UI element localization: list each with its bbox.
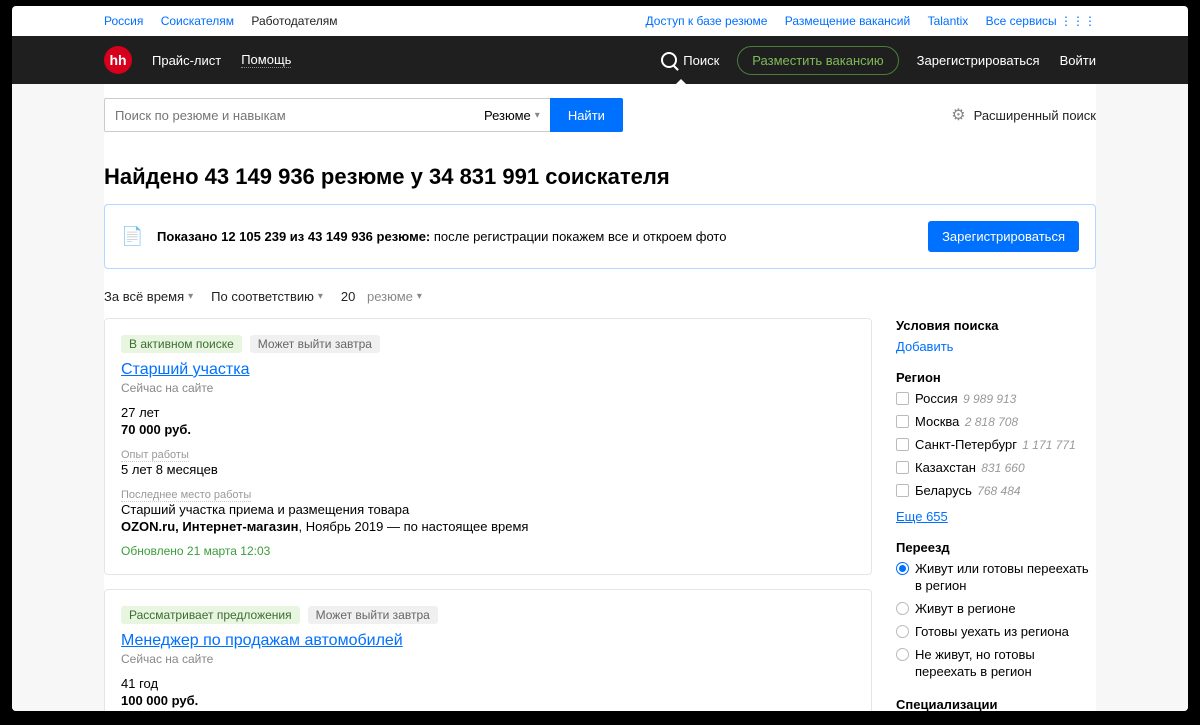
nav-help[interactable]: Помощь xyxy=(241,52,291,68)
online-status: Сейчас на сайте xyxy=(121,652,855,666)
topbar-db-access[interactable]: Доступ к базе резюме xyxy=(646,14,768,28)
topbar-post-job[interactable]: Размещение вакансий xyxy=(785,14,910,28)
topbar: Россия Соискателям Работодателям Доступ … xyxy=(104,6,1096,36)
status-badge: Может выйти завтра xyxy=(250,335,380,353)
search-input[interactable] xyxy=(104,98,474,132)
chevron-down-icon: ▾ xyxy=(318,291,323,302)
register-button[interactable]: Зарегистрироваться xyxy=(928,221,1079,252)
sidebar-spec-heading: Специализации xyxy=(896,697,1096,711)
age: 41 год xyxy=(121,676,855,691)
filter-perpage[interactable]: 20 резюме ▾ xyxy=(341,289,422,304)
advanced-search-link[interactable]: ⚙ Расширенный поиск xyxy=(951,105,1096,125)
resume-icon: 📄 xyxy=(121,226,143,248)
sidebar-conditions-heading: Условия поиска xyxy=(896,318,1096,333)
active-tab-arrow xyxy=(673,79,689,87)
post-vacancy-button[interactable]: Разместить вакансию xyxy=(737,46,898,75)
region-checkbox-row[interactable]: Казахстан 831 660 xyxy=(896,460,1096,477)
logo[interactable]: hh xyxy=(104,46,132,74)
nav-register[interactable]: Зарегистрироваться xyxy=(917,53,1040,68)
status-badge: Рассматривает предложения xyxy=(121,606,300,624)
resume-card: Рассматривает предложения Может выйти зав… xyxy=(104,589,872,711)
updated-at: Обновлено 21 марта 12:03 xyxy=(121,544,855,558)
search-type-select[interactable]: Резюме▾ xyxy=(474,98,550,132)
checkbox-icon xyxy=(896,484,909,497)
region-checkbox-row[interactable]: Россия 9 989 913 xyxy=(896,391,1096,408)
company-line: OZON.ru, Интернет-магазин, Ноябрь 2019 —… xyxy=(121,519,855,534)
lastjob-label: Последнее место работы xyxy=(121,489,251,502)
age: 27 лет xyxy=(121,405,855,420)
nav-search[interactable]: Поиск xyxy=(661,52,719,68)
region-checkbox-row[interactable]: Беларусь 768 484 xyxy=(896,483,1096,500)
radio-icon xyxy=(896,602,909,615)
resume-card: В активном поиске Может выйти завтра Стар… xyxy=(104,318,872,575)
radio-icon xyxy=(896,625,909,638)
salary: 70 000 руб. xyxy=(121,422,855,437)
move-radio-row[interactable]: Не живут, но готовы переехать в регион xyxy=(896,647,1096,681)
checkbox-icon xyxy=(896,438,909,451)
chevron-down-icon: ▾ xyxy=(535,110,540,121)
find-button[interactable]: Найти xyxy=(550,98,623,132)
register-banner: 📄 Показано 12 105 239 из 43 149 936 резю… xyxy=(104,204,1096,269)
salary: 100 000 руб. xyxy=(121,693,855,708)
status-badge: Может выйти завтра xyxy=(308,606,438,624)
checkbox-icon xyxy=(896,392,909,405)
filter-sort[interactable]: По соответствию ▾ xyxy=(211,289,323,304)
exp-label: Опыт работы xyxy=(121,449,189,462)
navbar: hh Прайс-лист Помощь Поиск Разместить ва… xyxy=(12,36,1188,84)
move-radio-row[interactable]: Живут в регионе xyxy=(896,601,1096,618)
move-radio-row[interactable]: Готовы уехать из региона xyxy=(896,624,1096,641)
sidebar-add-link[interactable]: Добавить xyxy=(896,339,953,354)
topbar-region[interactable]: Россия xyxy=(104,14,143,28)
search-icon xyxy=(661,52,677,68)
resume-title-link[interactable]: Старший участка xyxy=(121,361,249,379)
last-position: Старший участка приема и размещения това… xyxy=(121,502,855,517)
sliders-icon: ⚙ xyxy=(951,105,965,125)
sidebar-move-heading: Переезд xyxy=(896,540,1096,555)
sidebar-region-heading: Регион xyxy=(896,370,1096,385)
nav-login[interactable]: Войти xyxy=(1060,53,1096,68)
checkbox-icon xyxy=(896,461,909,474)
topbar-jobseekers[interactable]: Соискателям xyxy=(161,14,234,28)
topbar-talantix[interactable]: Talantix xyxy=(928,14,969,28)
page-title: Найдено 43 149 936 резюме у 34 831 991 с… xyxy=(104,146,1096,204)
banner-text: Показано 12 105 239 из 43 149 936 резюме… xyxy=(157,229,914,244)
region-checkbox-row[interactable]: Санкт-Петербург 1 171 771 xyxy=(896,437,1096,454)
chevron-down-icon: ▾ xyxy=(188,291,193,302)
more-regions-link[interactable]: Еще 655 xyxy=(896,509,948,524)
move-radio-row[interactable]: Живут или готовы переехать в регион xyxy=(896,561,1096,595)
exp-value: 5 лет 8 месяцев xyxy=(121,462,855,477)
topbar-all-services[interactable]: Все сервисы ⋮⋮⋮ xyxy=(986,14,1096,28)
resume-title-link[interactable]: Менеджер по продажам автомобилей xyxy=(121,632,403,650)
region-checkbox-row[interactable]: Москва 2 818 708 xyxy=(896,414,1096,431)
results-list: В активном поиске Может выйти завтра Стар… xyxy=(104,318,872,711)
filters-row: За всё время ▾ По соответствию ▾ 20 резю… xyxy=(104,289,1096,304)
topbar-employers[interactable]: Работодателям xyxy=(251,14,337,28)
status-badge: В активном поиске xyxy=(121,335,242,353)
search-bar: Резюме▾ Найти ⚙ Расширенный поиск xyxy=(104,84,1096,146)
online-status: Сейчас на сайте xyxy=(121,381,855,395)
radio-icon xyxy=(896,648,909,661)
checkbox-icon xyxy=(896,415,909,428)
nav-pricelist[interactable]: Прайс-лист xyxy=(152,53,221,68)
chevron-down-icon: ▾ xyxy=(417,291,422,302)
radio-icon xyxy=(896,562,909,575)
filter-period[interactable]: За всё время ▾ xyxy=(104,289,193,304)
sidebar: Условия поиска Добавить Регион Россия 9 … xyxy=(896,318,1096,711)
